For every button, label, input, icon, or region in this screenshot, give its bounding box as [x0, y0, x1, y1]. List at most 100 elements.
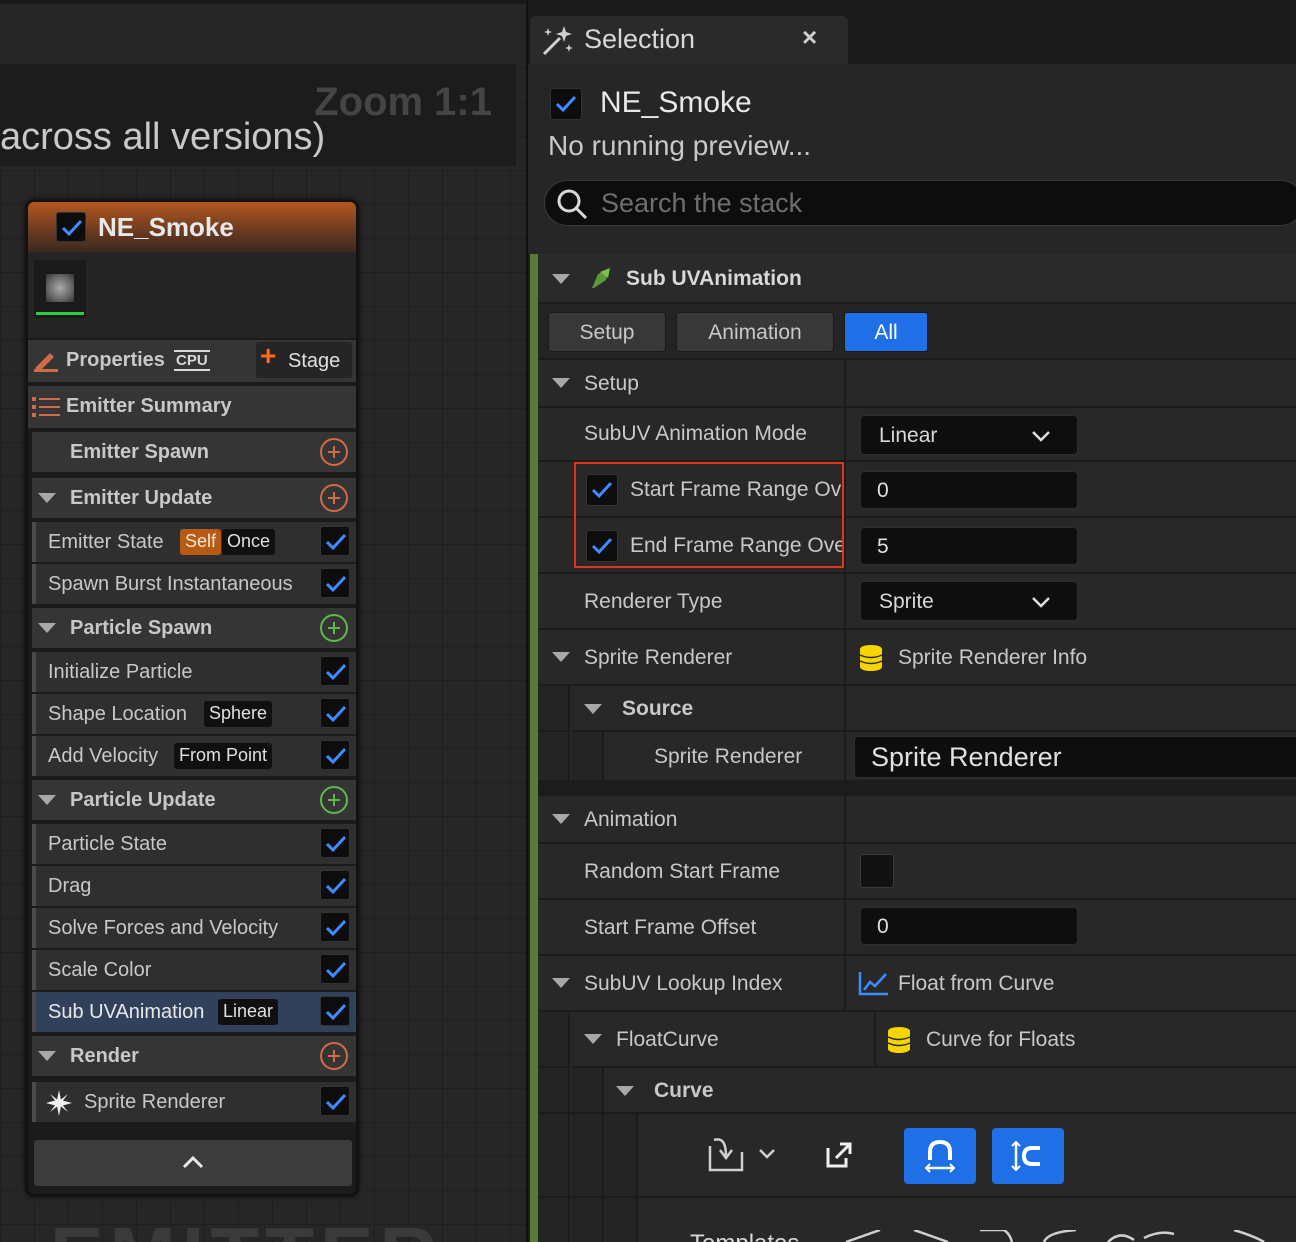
renderer-type-dropdown[interactable]: Sprite — [860, 581, 1078, 621]
start-frame-offset-input[interactable]: 0 — [860, 907, 1078, 945]
particle-spawn-section[interactable]: Particle Spawn — [32, 608, 356, 648]
category-animation[interactable]: Animation — [538, 796, 1296, 844]
expand-triangle-icon[interactable] — [38, 623, 56, 633]
graph-canvas[interactable]: Zoom 1:1 across all versions) EMITTER NE… — [0, 0, 526, 1242]
module-enabled-checkbox[interactable] — [320, 698, 350, 728]
collapse-triangle-icon[interactable] — [584, 1034, 602, 1044]
module-row-shape-location[interactable]: Shape Location Sphere — [32, 694, 356, 734]
module-row-drag[interactable]: Drag — [32, 866, 356, 906]
animation-mode-dropdown[interactable]: Linear — [860, 415, 1078, 455]
tab-selection[interactable]: Selection × — [530, 16, 848, 68]
module-tag: From Point — [174, 743, 273, 769]
emitter-spawn-section[interactable]: Emitter Spawn — [32, 432, 356, 472]
module-enabled-checkbox[interactable] — [320, 996, 350, 1026]
templates-row: Templates — [538, 1198, 1296, 1242]
param-row-source[interactable]: Source — [538, 686, 1296, 732]
source-sprite-renderer-field[interactable]: Sprite Renderer — [854, 736, 1296, 778]
snap-value-button[interactable] — [992, 1128, 1064, 1184]
snap-time-button[interactable] — [904, 1128, 976, 1184]
pencil-icon — [34, 353, 58, 372]
collapse-triangle-icon[interactable] — [552, 274, 570, 284]
collapse-triangle-icon[interactable] — [616, 1086, 634, 1096]
module-row-spawn-burst[interactable]: Spawn Burst Instantaneous — [32, 564, 356, 604]
expand-triangle-icon[interactable] — [38, 795, 56, 805]
module-enabled-checkbox[interactable] — [320, 912, 350, 942]
particle-update-section[interactable]: Particle Update — [32, 780, 356, 820]
end-range-input[interactable]: 5 — [860, 527, 1078, 565]
checkmark-icon — [325, 575, 347, 593]
emitter-enabled-checkbox[interactable] — [550, 88, 582, 120]
add-module-icon[interactable] — [320, 438, 348, 466]
module-row-solve-forces[interactable]: Solve Forces and Velocity — [32, 908, 356, 948]
module-row-add-velocity[interactable]: Add Velocity From Point — [32, 736, 356, 776]
emitter-enabled-checkbox[interactable] — [56, 212, 86, 242]
start-range-input[interactable]: 0 — [860, 471, 1078, 509]
emitter-summary-row[interactable]: Emitter Summary — [28, 386, 356, 428]
module-enabled-checkbox[interactable] — [320, 1086, 350, 1116]
module-header-sub-uvanimation[interactable]: Sub UVAnimation — [538, 254, 1296, 304]
import-curve-icon[interactable] — [704, 1134, 746, 1174]
emitter-update-section[interactable]: Emitter Update — [32, 478, 356, 518]
collapse-triangle-icon[interactable] — [552, 378, 570, 388]
add-module-icon[interactable] — [320, 484, 348, 512]
param-row-floatcurve[interactable]: FloatCurve Curve for Floats — [538, 1012, 1296, 1068]
emitter-summary-label: Emitter Summary — [66, 395, 232, 417]
curve-templates-icon[interactable] — [844, 1230, 1296, 1242]
module-row-sprite-renderer[interactable]: Sprite Renderer — [32, 1082, 356, 1122]
collapse-node-button[interactable] — [34, 1140, 352, 1186]
param-label: FloatCurve — [616, 1028, 719, 1051]
module-enabled-checkbox[interactable] — [320, 526, 350, 556]
module-row-scale-color[interactable]: Scale Color — [32, 950, 356, 990]
random-start-frame-checkbox[interactable] — [860, 854, 894, 888]
magnet-icon — [924, 1139, 956, 1173]
module-row-sub-uvanimation[interactable]: Sub UVAnimation Linear — [32, 992, 356, 1032]
module-enabled-checkbox[interactable] — [320, 954, 350, 984]
add-stage-button[interactable]: + Stage — [256, 340, 352, 378]
collapse-triangle-icon[interactable] — [552, 814, 570, 824]
emitter-node-header[interactable]: NE_Smoke — [28, 202, 356, 252]
collapse-triangle-icon[interactable] — [552, 652, 570, 662]
stack-search-box[interactable] — [544, 180, 1296, 226]
module-enabled-checkbox[interactable] — [320, 870, 350, 900]
param-label: SubUV Animation Mode — [584, 422, 807, 445]
category-setup[interactable]: Setup — [538, 360, 1296, 408]
input-value: 0 — [877, 915, 889, 938]
add-module-icon[interactable] — [320, 1042, 348, 1070]
module-enabled-checkbox[interactable] — [320, 740, 350, 770]
expand-triangle-icon[interactable] — [38, 1051, 56, 1061]
module-enabled-checkbox[interactable] — [320, 656, 350, 686]
module-title: Sub UVAnimation — [626, 267, 802, 290]
expand-triangle-icon[interactable] — [38, 493, 56, 503]
collapse-triangle-icon[interactable] — [552, 978, 570, 988]
search-input[interactable] — [601, 186, 1281, 220]
add-module-icon[interactable] — [320, 786, 348, 814]
module-label: Sub UVAnimation — [48, 1001, 205, 1023]
module-label: Shape Location — [48, 703, 188, 725]
emitter-thumbnail[interactable] — [34, 260, 86, 318]
dropdown-value: Sprite — [879, 590, 934, 613]
curve-graph-icon — [858, 972, 888, 996]
open-external-icon[interactable] — [824, 1140, 854, 1170]
add-module-icon[interactable] — [320, 614, 348, 642]
param-row-curve[interactable]: Curve — [538, 1068, 1296, 1114]
chevron-down-icon — [1032, 431, 1050, 442]
param-row-lookup-index[interactable]: SubUV Lookup Index Float from Curve — [538, 956, 1296, 1012]
emitter-node[interactable]: NE_Smoke Properties CPU + Stage Emitter … — [26, 200, 358, 1196]
properties-row[interactable]: Properties CPU + Stage — [28, 340, 356, 382]
filter-animation-button[interactable]: Animation — [676, 312, 834, 352]
collapse-triangle-icon[interactable] — [584, 704, 602, 714]
filter-setup-button[interactable]: Setup — [548, 312, 666, 352]
checkmark-icon — [325, 877, 347, 895]
module-enabled-checkbox[interactable] — [320, 568, 350, 598]
module-row-particle-state[interactable]: Particle State — [32, 824, 356, 864]
module-row-initialize-particle[interactable]: Initialize Particle — [32, 652, 356, 692]
module-enabled-checkbox[interactable] — [320, 828, 350, 858]
close-icon[interactable]: × — [802, 22, 817, 53]
module-row-emitter-state[interactable]: Emitter State Self Once — [32, 522, 356, 562]
magic-wand-icon — [542, 26, 573, 56]
param-row-renderer-type: Renderer Type Sprite — [538, 574, 1296, 630]
param-row-sprite-renderer[interactable]: Sprite Renderer Sprite Renderer Info — [538, 630, 1296, 686]
chevron-down-icon[interactable] — [758, 1148, 776, 1160]
filter-all-button[interactable]: All — [844, 312, 928, 352]
render-section[interactable]: Render — [32, 1036, 356, 1076]
